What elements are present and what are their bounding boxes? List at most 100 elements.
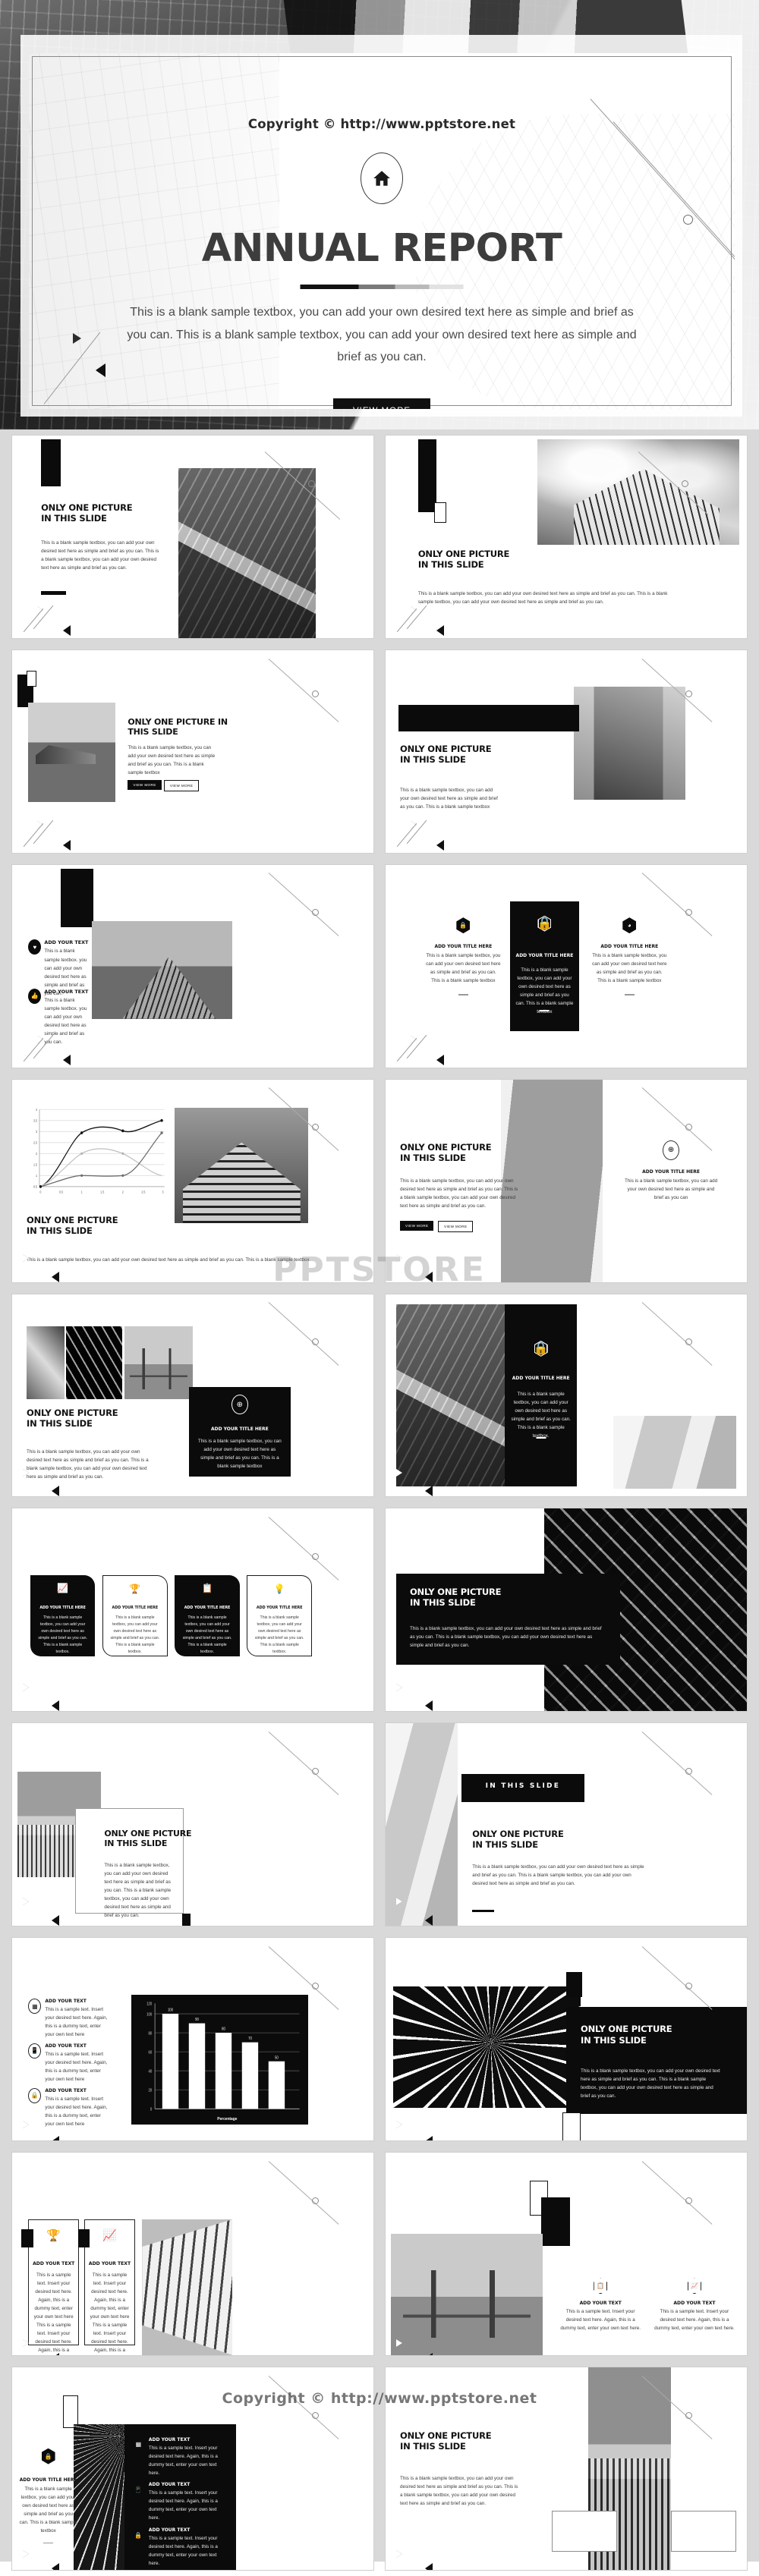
feature-card-dark[interactable]: 🔒 ADD YOUR TITLE HERE This is a blank sa… <box>510 901 579 1031</box>
feature-title: ADD YOUR TEXT <box>673 2301 716 2307</box>
black-square-deco <box>566 1972 583 1997</box>
slide-15[interactable]: ▦ ADD YOUR TEXT This is a sample text. I… <box>12 1938 373 2140</box>
slide-19[interactable]: 🔒 ADD YOUR TITLE HERE This is a blank sa… <box>12 2367 373 2570</box>
slide-title: ONLY ONE PICTURE IN THIS SLIDE <box>581 2024 672 2045</box>
feature-title: ADD YOUR TEXT <box>45 2043 87 2049</box>
circle-deco <box>312 1338 320 1346</box>
hero-card: Copyright © http://www.pptstore.net ANNU… <box>29 53 735 409</box>
triangle-solid-icon <box>52 2563 60 2570</box>
svg-text:1: 1 <box>36 1174 38 1178</box>
panel-dark: ▦ ADD YOUR TEXT This is a sample text. I… <box>124 2423 237 2570</box>
hero-subtitle: This is a blank sample textbox, you can … <box>127 306 637 364</box>
feature-body: This is a sample text. Insert your desir… <box>45 2096 108 2127</box>
feature-card-outline[interactable]: 🏆 ADD YOUR TEXT This is a sample text. I… <box>28 2219 80 2353</box>
slide-title-line2: IN THIS SLIDE <box>400 1153 466 1164</box>
slide-4[interactable]: ONLY ONE PICTURE IN THIS SLIDE This is a… <box>386 650 747 853</box>
diagonal-line <box>641 2160 713 2225</box>
card-title: ADD YOUR TITLE HERE <box>642 1168 700 1175</box>
slide-11[interactable]: 📈 ADD YOUR TITLE HERE This is a blank sa… <box>12 1508 373 1712</box>
feature-title: ADD YOUR TEXT <box>579 2301 622 2307</box>
triangle-outline-icon <box>396 1898 403 1906</box>
diagonal-line <box>268 658 339 722</box>
black-square-deco <box>540 2197 570 2246</box>
slide-20[interactable]: ONLY ONE PICTURE IN THIS SLIDE This is a… <box>386 2367 747 2570</box>
view-more-button-light[interactable]: VIEW MORE <box>163 779 200 791</box>
slide-body: This is a blank sample textbox, you can … <box>400 2476 518 2507</box>
slide-title-line2: THIS SLIDE <box>128 727 178 738</box>
photo-thumb-2 <box>66 1326 123 1400</box>
slide-8[interactable]: ONLY ONE PICTURE IN THIS SLIDE This is a… <box>386 1079 747 1282</box>
slide-6[interactable]: 🔒 ADD YOUR TITLE HERE This is a blank sa… <box>386 864 747 1068</box>
outline-square-deco <box>62 2395 78 2428</box>
view-more-button[interactable]: VIEW MORE <box>332 398 431 409</box>
view-more-button-dark[interactable]: VIEW MORE <box>400 1221 434 1231</box>
svg-text:0: 0 <box>40 1190 43 1194</box>
triangle-solid-icon <box>52 1700 60 1712</box>
feature-item: 📈 ADD YOUR TEXT This is a sample text. I… <box>653 2278 735 2332</box>
photo-thumb-1 <box>27 1326 65 1400</box>
slide-title-line2: IN THIS SLIDE <box>400 2440 466 2452</box>
view-more-button-light[interactable]: VIEW MORE <box>438 1221 474 1233</box>
slide-3[interactable]: ONLY ONE PICTURE IN THIS SLIDE This is a… <box>12 650 373 853</box>
slide-13[interactable]: ONLY ONE PICTURE IN THIS SLIDE This is a… <box>12 1723 373 1926</box>
photo-structure <box>613 1415 736 1489</box>
slide-16[interactable]: ONLY ONE PICTURE IN THIS SLIDE This is a… <box>386 1938 747 2140</box>
triangle-outline-icon <box>23 2549 30 2558</box>
triangle-solid-icon <box>425 1915 433 1926</box>
slide-12[interactable]: ONLY ONE PICTURE IN THIS SLIDE This is a… <box>386 1508 747 1712</box>
slide-7[interactable]: 4 3.5 3 2.5 2 1.5 1 0.5 0 0.5 1 1.5 2 2.5 3 <box>12 1079 373 1282</box>
thumbs-up-icon: 👍 <box>28 988 42 1004</box>
card-title: ADD YOUR TITLE HERE <box>256 1606 303 1611</box>
view-more-button-dark[interactable]: VIEW MORE <box>128 779 162 790</box>
feature-title: ADD YOUR TEXT <box>44 988 89 995</box>
slide-10[interactable]: 🔒 ADD YOUR TITLE HERE This is a blank sa… <box>386 1294 747 1497</box>
feature-title: ADD YOUR TEXT <box>45 1999 87 2005</box>
feature-card[interactable]: 🔒 ADD YOUR TITLE HERE This is a blank sa… <box>425 917 501 995</box>
feature-item: 🔒 ADD YOUR TEXT This is a sample text. I… <box>131 2527 228 2568</box>
slide-18[interactable]: 📋 ADD YOUR TEXT This is a sample text. I… <box>386 2153 747 2355</box>
feature-card[interactable]: ⊕ ADD YOUR TITLE HERE This is a blank sa… <box>624 1140 718 1202</box>
bar-chart: 120 100 80 60 40 20 0 100 90 80 70 50 Perc <box>131 1994 309 2125</box>
feature-item: 📋 ADD YOUR TEXT This is a sample text. I… <box>559 2278 641 2332</box>
slide-5[interactable]: ♥ ADD YOUR TEXT This is a blank sample t… <box>12 864 373 1068</box>
feature-item: ▦ ADD YOUR TEXT This is a sample text. I… <box>131 2436 228 2477</box>
feature-card-dark[interactable]: 📈 ADD YOUR TITLE HERE This is a blank sa… <box>30 1575 96 1657</box>
slide-1[interactable]: ONLY ONE PICTURE IN THIS SLIDE This is a… <box>12 436 373 638</box>
triangle-outline-icon <box>396 2549 403 2558</box>
slide-14[interactable]: IN THIS SLIDE ONLY ONE PICTURE IN THIS S… <box>386 1723 747 1926</box>
slide-9[interactable]: ⊕ ADD YOUR TITLE HERE This is a blank sa… <box>12 1294 373 1497</box>
card-title: ADD YOUR TITLE HERE <box>515 953 574 959</box>
phone-icon: 📱 <box>28 2043 42 2059</box>
slide-row-5: ⊕ ADD YOUR TITLE HERE This is a blank sa… <box>0 1288 759 1503</box>
feature-title: ADD YOUR TEXT <box>148 2482 191 2488</box>
triangle-outline-icon <box>396 1253 403 1262</box>
triangle-outline-icon <box>396 1468 403 1477</box>
svg-text:120: 120 <box>146 2002 152 2005</box>
feature-card-dark[interactable]: 📋 ADD YOUR TITLE HERE This is a blank sa… <box>175 1575 240 1657</box>
pie-chart-icon: ◕ <box>622 917 637 934</box>
slide-17[interactable]: 🏆 ADD YOUR TEXT This is a sample text. I… <box>12 2153 373 2355</box>
feature-card-dark[interactable]: 🔒 ADD YOUR TITLE HERE This is a blank sa… <box>505 1304 578 1487</box>
chart-up-icon: 📈 <box>102 2229 117 2243</box>
card-title: ADD YOUR TITLE HERE <box>210 1426 269 1432</box>
photo-facade <box>396 1304 512 1487</box>
slide-title: ONLY ONE PICTURE IN THIS SLIDE <box>128 717 228 738</box>
heart-icon: ♥ <box>28 939 42 955</box>
feature-card-dark[interactable]: ⊕ ADD YOUR TITLE HERE This is a blank sa… <box>189 1387 291 1477</box>
feature-body: This is a sample text. Insert your desir… <box>33 2272 74 2354</box>
feature-card-light[interactable]: 💡 ADD YOUR TITLE HERE This is a blank sa… <box>247 1575 313 1657</box>
slide-title-line2: IN THIS SLIDE <box>472 1839 538 1851</box>
slide-2[interactable]: ONLY ONE PICTURE IN THIS SLIDE This is a… <box>386 436 747 638</box>
svg-text:2.5: 2.5 <box>142 1190 146 1194</box>
diagonal-line <box>641 1302 713 1366</box>
triangle-solid-icon <box>52 2352 60 2355</box>
slide-body: This is a blank sample textbox, you can … <box>27 1449 149 1480</box>
svg-text:2: 2 <box>36 1152 37 1156</box>
feature-card-light[interactable]: 🏆 ADD YOUR TITLE HERE This is a blank sa… <box>102 1575 168 1657</box>
copyright-text: Copyright © http://www.pptstore.net <box>247 117 516 131</box>
feature-card[interactable]: 🔒 ADD YOUR TITLE HERE This is a blank sa… <box>20 2448 77 2544</box>
feature-card-outline[interactable]: 📈 ADD YOUR TEXT This is a sample text. I… <box>84 2219 135 2353</box>
svg-text:0: 0 <box>150 2107 153 2111</box>
feature-card[interactable]: ◕ ADD YOUR TITLE HERE This is a blank sa… <box>591 917 667 995</box>
photo-skyscraper <box>537 439 740 546</box>
